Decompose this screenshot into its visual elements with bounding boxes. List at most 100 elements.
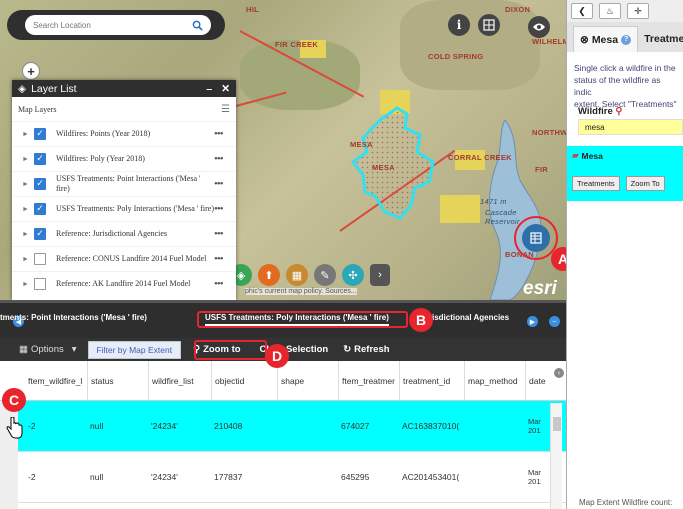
table-cell xyxy=(277,401,338,451)
expand-icon[interactable]: ► xyxy=(22,155,34,163)
zoom-in-button[interactable]: + xyxy=(22,62,40,80)
column-header[interactable]: objectid xyxy=(211,361,277,400)
map-view[interactable]: FIR CREEK COLD SPRING WILHELM DIXON MESA… xyxy=(0,0,566,300)
more-tools-button[interactable]: › xyxy=(370,264,390,286)
layer-list-panel: ◈ Layer List – ✕ Map Layers ☰ ► ✓ Wildfi… xyxy=(12,80,236,300)
layer-item[interactable]: ► ✓ USFS Treatments: Point Interactions … xyxy=(12,171,236,196)
column-header[interactable]: map_method xyxy=(464,361,525,400)
layers-icon: ◈ xyxy=(236,269,246,282)
upload-button[interactable]: ⬆ xyxy=(258,264,280,286)
map-label: MESA xyxy=(350,140,373,149)
column-header[interactable]: ftem_wildfire_l xyxy=(25,361,87,400)
layer-checkbox[interactable]: ✓ xyxy=(34,228,46,240)
close-icon[interactable]: ✕ xyxy=(221,83,230,95)
tab-treatments[interactable]: Treatmen xyxy=(638,26,683,52)
layer-checkbox[interactable]: ✓ xyxy=(34,153,46,165)
expand-icon[interactable]: ► xyxy=(22,130,34,138)
column-header[interactable]: wildfire_list xyxy=(148,361,211,400)
more-icon[interactable]: ••• xyxy=(214,228,236,240)
more-icon[interactable]: ••• xyxy=(214,128,236,140)
table-row[interactable]: -2 null '24234' 210408 674027 AC16383701… xyxy=(0,401,566,452)
layer-item[interactable]: ► Reference: AK Landfire 2014 Fuel Model… xyxy=(12,271,236,296)
locate-button[interactable]: ✛ xyxy=(627,3,649,19)
expand-icon[interactable]: ► xyxy=(22,205,34,213)
expand-icon[interactable]: ► xyxy=(22,255,34,263)
expand-icon[interactable]: ► xyxy=(22,280,34,288)
search-field[interactable] xyxy=(25,15,211,35)
fire-perimeter[interactable] xyxy=(345,100,445,225)
collapse-table-icon[interactable]: – xyxy=(549,316,560,327)
scroll-right-icon[interactable]: ▶ xyxy=(527,316,538,327)
table-row[interactable]: -2 null '24234' 177837 645295 AC20145340… xyxy=(0,452,566,503)
description-line: status of the wildfire as indic xyxy=(574,75,661,97)
column-header[interactable]: date xyxy=(525,361,547,400)
table-scrollbar[interactable] xyxy=(550,403,562,509)
layer-label: Wildfires: Poly (Year 2018) xyxy=(56,154,145,163)
map-label: 1471 m xyxy=(480,197,507,206)
overview-button[interactable] xyxy=(478,14,500,36)
expand-icon[interactable]: ► xyxy=(22,180,34,188)
layer-item[interactable]: ► ✓ Wildfires: Poly (Year 2018) ••• xyxy=(12,146,236,171)
layer-options-icon[interactable]: ☰ xyxy=(221,104,230,115)
wildfire-input[interactable]: mesa xyxy=(578,119,683,135)
right-panel: ❮ ♨ ✛ ⊗Mesa? Treatmen Single click a wil… xyxy=(566,0,683,509)
table-cell xyxy=(277,452,338,502)
ruler-icon: ✎ xyxy=(320,269,330,282)
search-input[interactable] xyxy=(33,20,192,30)
layer-item[interactable]: ► ✓ Reference: Jurisdictional Agencies •… xyxy=(12,221,236,246)
help-icon[interactable]: ? xyxy=(621,34,632,45)
minimize-icon[interactable]: – xyxy=(206,83,212,95)
right-panel-toolbar: ❮ ♨ ✛ xyxy=(567,0,683,22)
scrollbar-thumb[interactable] xyxy=(553,417,561,431)
search-icon[interactable] xyxy=(192,20,203,31)
search-bar xyxy=(7,10,225,40)
map-label: CORRAL CREEK xyxy=(448,153,512,162)
more-icon[interactable]: ••• xyxy=(214,203,236,215)
overview-icon xyxy=(483,19,495,31)
chevron-left-icon: ❮ xyxy=(578,5,586,16)
more-icon[interactable]: ••• xyxy=(214,178,236,190)
column-header[interactable]: ftem_treatmer xyxy=(338,361,399,400)
visibility-button[interactable] xyxy=(528,16,550,38)
layer-checkbox[interactable]: ✓ xyxy=(34,128,46,140)
layer-checkbox[interactable]: ✓ xyxy=(34,203,46,215)
column-header[interactable]: treatment_id xyxy=(399,361,464,400)
info-button[interactable]: i xyxy=(448,14,470,36)
treatments-button[interactable]: Treatments xyxy=(572,176,620,191)
column-header[interactable]: status xyxy=(87,361,148,400)
more-icon[interactable]: ••• xyxy=(214,278,236,290)
column-header[interactable]: shape xyxy=(277,361,338,400)
layer-label: USFS Treatments: Poly Interactions ('Mes… xyxy=(56,204,214,213)
refresh-button[interactable]: ↻ Refresh xyxy=(343,344,389,355)
close-circle-icon[interactable]: ⊗ xyxy=(580,34,589,46)
wildfire-result[interactable]: ▰ Mesa Treatments Zoom To xyxy=(567,146,683,201)
search-icon[interactable]: ⚲ xyxy=(615,106,622,117)
more-icon[interactable]: ••• xyxy=(214,153,236,165)
layer-item[interactable]: ► ✓ Wildfires: Points (Year 2018) ••• xyxy=(12,121,236,146)
tab-mesa[interactable]: ⊗ Mesa? xyxy=(573,26,639,52)
pointer-cursor-icon xyxy=(6,417,23,439)
description-line: Single click a wildfire in the xyxy=(574,63,676,73)
measure-button[interactable]: ✎ xyxy=(314,264,336,286)
more-icon[interactable]: ••• xyxy=(214,253,236,265)
layer-item[interactable]: ► Reference: CONUS Landfire 2014 Fuel Mo… xyxy=(12,246,236,271)
tab-point-interactions[interactable]: tments: Point Interactions ('Mesa ' fire… xyxy=(0,313,147,322)
map-attribution: phic's current map policy. Sources... xyxy=(245,288,357,295)
column-menu-icon[interactable]: ‹ xyxy=(554,368,564,378)
tab-jurisdictional-agencies[interactable]: isdictional Agencies xyxy=(432,313,509,322)
layer-checkbox[interactable] xyxy=(34,278,46,290)
options-button[interactable]: ▦ Options ▾ xyxy=(19,344,77,355)
expand-icon[interactable]: ► xyxy=(22,230,34,238)
table-cell: AC201453401( xyxy=(402,472,460,482)
layer-checkbox[interactable]: ✓ xyxy=(34,178,46,190)
layer-checkbox[interactable] xyxy=(34,253,46,265)
layer-item[interactable]: ► ✓ USFS Treatments: Poly Interactions (… xyxy=(12,196,236,221)
widgets-button[interactable]: ▦ xyxy=(286,264,308,286)
fire-button[interactable]: ♨ xyxy=(599,3,621,19)
zoom-to-result-button[interactable]: Zoom To xyxy=(625,176,665,191)
filter-by-extent-button[interactable]: Filter by Map Extent xyxy=(87,340,182,359)
refresh-label: Refresh xyxy=(354,344,390,355)
back-button[interactable]: ❮ xyxy=(571,3,593,19)
options-label: Options xyxy=(30,344,64,355)
share-button[interactable]: ✣ xyxy=(342,264,364,286)
